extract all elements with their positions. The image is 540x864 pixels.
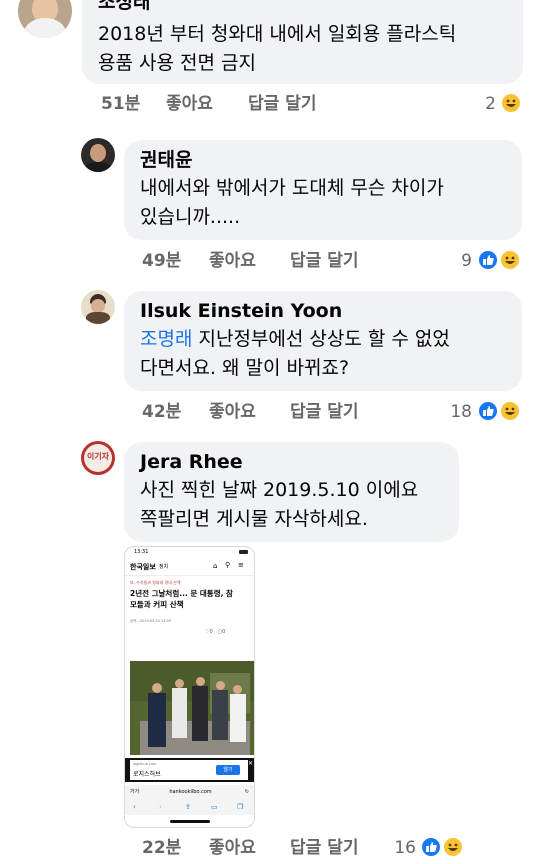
mention-link[interactable]: 조명래 xyxy=(140,328,192,350)
home-indicator xyxy=(170,820,210,823)
avatar[interactable] xyxy=(81,138,115,172)
comment-time[interactable]: 42분 xyxy=(142,401,181,423)
comment-text: 내에서와 밖에서가 도대체 무슨 차이가 있습니까..... xyxy=(140,177,444,228)
reaction-count[interactable]: 18 xyxy=(440,401,472,423)
like-button[interactable]: 좋아요 xyxy=(166,93,213,115)
avatar[interactable] xyxy=(81,290,115,324)
share-icon[interactable]: ⇪ xyxy=(185,799,191,815)
article-photo[interactable] xyxy=(130,661,254,755)
search-icon[interactable]: ⚲ xyxy=(225,561,230,569)
close-icon[interactable]: ✕ xyxy=(248,760,253,767)
browser-url-bar[interactable]: 가가 hankookilbo.com ↻ xyxy=(125,785,254,799)
comment-time[interactable]: 51분 xyxy=(101,93,140,115)
reaction-count[interactable]: 16 xyxy=(384,837,416,859)
like-button[interactable]: 좋아요 xyxy=(209,401,256,423)
comment-author[interactable]: 권태윤 xyxy=(140,148,506,172)
comment-text: 사진 찍힌 날짜 2019.5.10 이에요 쪽팔리면 게시물 자삭하세요. xyxy=(140,479,419,530)
forward-icon[interactable]: › xyxy=(159,799,162,815)
comment-author[interactable]: Jera Rhee xyxy=(140,450,443,474)
haha-icon[interactable] xyxy=(500,92,522,114)
reply-button[interactable]: 답글 달기 xyxy=(248,93,316,115)
like-button[interactable]: 좋아요 xyxy=(209,250,256,272)
tabs-icon[interactable]: ❐ xyxy=(237,799,243,815)
haha-icon[interactable] xyxy=(499,249,521,271)
bookmarks-icon[interactable]: ▭ xyxy=(211,799,218,815)
reply-button[interactable]: 답글 달기 xyxy=(290,250,358,272)
comment-text: 조명래 지난정부에선 상상도 할 수 없었 다면서요. 왜 말이 바뀌죠? xyxy=(140,328,450,379)
haha-icon[interactable] xyxy=(499,400,521,422)
like-icon[interactable] xyxy=(420,836,442,858)
home-icon[interactable]: ⌂ xyxy=(213,562,217,570)
reaction-count[interactable]: 9 xyxy=(446,250,472,272)
share-icons[interactable]: ♡0 ▢0 xyxy=(205,629,225,635)
back-icon[interactable]: ‹ xyxy=(133,799,136,815)
like-button[interactable]: 좋아요 xyxy=(209,837,256,859)
reply-button[interactable]: 답글 달기 xyxy=(290,837,358,859)
attached-image[interactable]: 13:31 한국일보 정치 ⌂ ⚲ ≡ 또, 수석들과 청와대 경내 산책 2년… xyxy=(124,546,255,828)
battery-icon xyxy=(239,550,248,554)
comment-bubble: Jera Rhee 사진 찍힌 날짜 2019.5.10 이에요 쪽팔리면 게시… xyxy=(124,442,459,542)
browser-toolbar: ‹ › ⇪ ▭ ❐ xyxy=(125,799,254,815)
comment-bubble: 권태윤 내에서와 밖에서가 도대체 무슨 차이가 있습니까..... xyxy=(124,140,522,240)
reload-icon[interactable]: ↻ xyxy=(245,785,249,799)
comment-author[interactable]: Ilsuk Einstein Yoon xyxy=(140,299,506,323)
menu-icon[interactable]: ≡ xyxy=(238,561,244,569)
avatar[interactable]: 이기자 xyxy=(81,441,115,475)
haha-icon[interactable] xyxy=(442,836,464,858)
reaction-count[interactable]: 2 xyxy=(470,93,496,115)
ad-banner[interactable]: logishub.com 로지스허브 열기 ✕ xyxy=(125,758,254,782)
reply-button[interactable]: 답글 달기 xyxy=(290,401,358,423)
article-byline: 입력 : 2019.05.10 14:00 xyxy=(130,619,172,623)
avatar[interactable] xyxy=(18,0,72,38)
status-bar: 13:31 xyxy=(125,547,254,557)
ad-open-button[interactable]: 열기 xyxy=(216,765,240,775)
comment-bubble: Ilsuk Einstein Yoon 조명래 지난정부에선 상상도 할 수 없… xyxy=(124,291,522,391)
comment-bubble: 조성래 2018년 부터 청와대 내에서 일회용 플라스틱 용품 사용 전면 금… xyxy=(82,0,523,84)
site-header: 한국일보 정치 ⌂ ⚲ ≡ xyxy=(125,559,254,576)
comment-author[interactable]: 조성래 xyxy=(98,0,507,14)
comment-time[interactable]: 49분 xyxy=(142,250,181,272)
comment-time[interactable]: 22분 xyxy=(142,837,181,859)
article-headline[interactable]: 2년전 그날처럼... 문 대통령, 참 모들과 커피 산책 xyxy=(130,588,254,610)
like-icon[interactable] xyxy=(477,400,499,422)
article-kicker: 또, 수석들과 청와대 경내 산책 xyxy=(130,580,181,585)
like-icon[interactable] xyxy=(477,249,499,271)
comment-text: 2018년 부터 청와대 내에서 일회용 플라스틱 용품 사용 전면 금지 xyxy=(98,23,457,74)
